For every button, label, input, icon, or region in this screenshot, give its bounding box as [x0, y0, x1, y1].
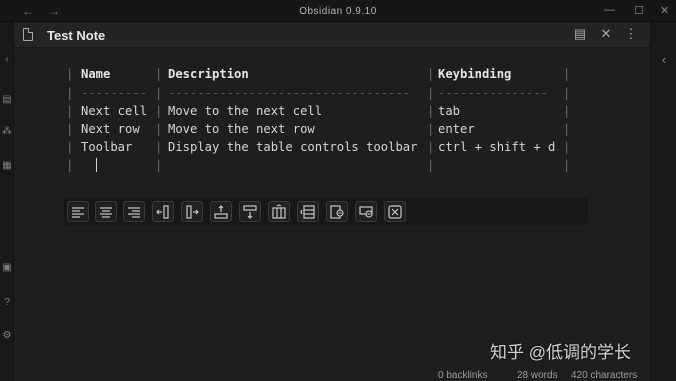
character-count: 420 characters: [571, 370, 638, 381]
markdown-editor[interactable]: | Name | Description | Keybinding | | --…: [14, 48, 650, 372]
insert-column-before-icon[interactable]: [152, 201, 174, 222]
delete-row-icon[interactable]: [355, 201, 377, 222]
editor-pane: Test Note ▤ ✕ ⋮ | Name | Description | K…: [14, 22, 650, 372]
table-row: | Next row | Move to the next row | ente…: [66, 121, 571, 137]
table-cell[interactable]: ctrl + shift + d: [438, 139, 555, 155]
insert-row-before-icon[interactable]: [210, 201, 232, 222]
insert-row-after-icon[interactable]: [239, 201, 261, 222]
delete-column-icon[interactable]: [326, 201, 348, 222]
right-sidebar: ‹: [650, 22, 676, 381]
align-right-icon[interactable]: [123, 201, 145, 222]
move-column-icon[interactable]: [268, 201, 290, 222]
text-cursor: [96, 158, 97, 172]
align-left-icon[interactable]: [67, 201, 89, 222]
close-icon[interactable]: ✕: [597, 26, 615, 42]
status-bar: 0 backlinks 28 words 420 characters: [14, 370, 650, 381]
open-file-icon[interactable]: ▤: [0, 94, 14, 106]
table-header-row: | Name | Description | Keybinding |: [66, 66, 571, 82]
window-close-icon[interactable]: ✕: [660, 4, 669, 17]
table-cell[interactable]: Toolbar: [81, 139, 132, 155]
header-cell[interactable]: Description: [168, 66, 249, 82]
window-title: Obsidian 0.9.10: [299, 6, 377, 17]
header-cell[interactable]: Keybinding: [438, 66, 511, 82]
more-options-icon[interactable]: ⋮: [622, 26, 640, 42]
table-cell[interactable]: tab: [438, 103, 460, 119]
move-row-icon[interactable]: [297, 201, 319, 222]
collapse-left-icon[interactable]: ‹: [0, 54, 14, 66]
reading-view-icon[interactable]: ▤: [571, 26, 589, 42]
settings-gear-icon[interactable]: ⚙: [0, 330, 14, 342]
table-separator-row: | --------- | --------------------------…: [66, 86, 571, 100]
table-row: | Next cell | Move to the next cell | ta…: [66, 103, 571, 119]
separator-cell: ---------: [81, 86, 148, 100]
backlinks-count[interactable]: 0 backlinks: [438, 370, 487, 381]
title-bar: ← → Obsidian 0.9.10 — ☐ ✕: [0, 0, 676, 22]
help-icon[interactable]: ?: [0, 297, 14, 309]
insert-column-after-icon[interactable]: [181, 201, 203, 222]
header-cell[interactable]: Name: [81, 66, 110, 82]
separator-cell: ---------------------------------: [168, 86, 411, 100]
table-cell[interactable]: Next cell: [81, 103, 147, 119]
left-ribbon: ‹ ▤ ⁂ ▦ ▣ ? ⚙: [0, 22, 14, 381]
table-row: | Toolbar | Display the table controls t…: [66, 139, 571, 155]
table-cell[interactable]: Move to the next row: [168, 121, 315, 137]
watermark: 知乎 @低调的学长: [490, 343, 631, 362]
document-icon: [23, 28, 33, 41]
note-title: Test Note: [47, 28, 106, 43]
collapse-right-icon[interactable]: ‹: [651, 52, 676, 67]
table-row-empty: | | | |: [66, 158, 571, 172]
close-toolbar-icon[interactable]: [384, 201, 406, 222]
canvas-icon[interactable]: ▦: [0, 160, 14, 172]
word-count: 28 words: [517, 370, 558, 381]
table-controls-toolbar: [64, 198, 588, 225]
maximize-icon[interactable]: ☐: [634, 4, 644, 17]
table-cell[interactable]: Next row: [81, 121, 140, 137]
align-center-icon[interactable]: [95, 201, 117, 222]
table-cell[interactable]: Move to the next cell: [168, 103, 322, 119]
table-cell[interactable]: enter: [438, 121, 475, 137]
vault-icon[interactable]: ▣: [0, 262, 14, 274]
minimize-icon[interactable]: —: [604, 4, 615, 16]
pane-header: Test Note ▤ ✕ ⋮: [14, 22, 650, 48]
separator-cell: ---------------: [438, 86, 549, 100]
graph-view-icon[interactable]: ⁂: [0, 126, 14, 138]
table-cell[interactable]: Display the table controls toolbar: [168, 139, 417, 155]
